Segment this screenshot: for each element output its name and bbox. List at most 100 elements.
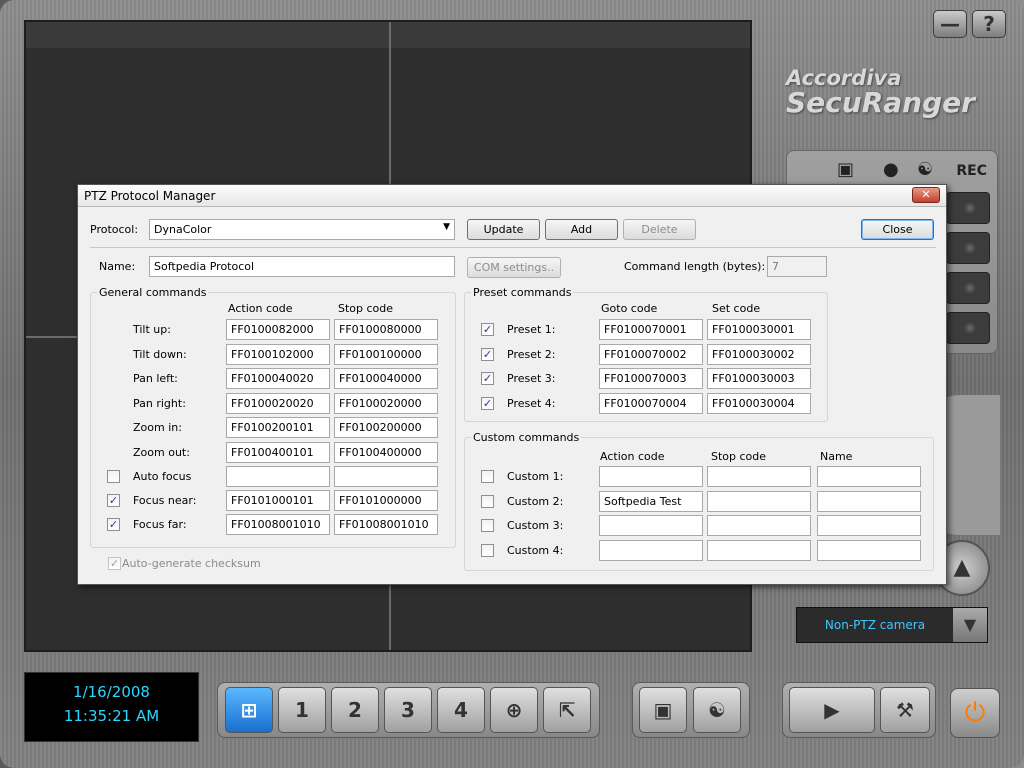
crosshair-icon[interactable]: ⊕	[490, 687, 538, 733]
set-code-header: Set code	[712, 302, 761, 315]
focus-command-label: Auto focus	[133, 470, 192, 483]
action-code-input[interactable]: FF0101000101	[226, 490, 330, 511]
preset-checkbox[interactable]: ✓	[481, 347, 494, 361]
custom-action-input[interactable]: Softpedia Test	[599, 490, 703, 512]
custom-stop-input[interactable]	[707, 490, 811, 512]
close-icon[interactable]: ✕	[912, 187, 940, 203]
stop-code-input[interactable]: FF0100080000	[334, 319, 438, 340]
stop-code-input[interactable]: FF0100020000	[334, 392, 438, 414]
name-input[interactable]: Softpedia Protocol	[149, 256, 455, 277]
delete-button[interactable]: Delete	[623, 219, 696, 240]
view-toolbar: ⊞ 1 2 3 4 ⊕ ⇱	[217, 682, 600, 738]
preset-checkbox[interactable]: ✓	[481, 372, 494, 385]
add-button[interactable]: Add	[545, 219, 618, 240]
custom-name-input[interactable]	[817, 466, 921, 487]
channel-led-4[interactable]	[946, 312, 990, 344]
quad-view-button[interactable]: ⊞	[225, 687, 273, 733]
wrench-icon[interactable]: ⚒	[880, 687, 930, 733]
channel-led-2[interactable]	[946, 232, 990, 264]
channel-led-3[interactable]	[946, 272, 990, 304]
custom-checkbox[interactable]	[481, 543, 494, 557]
goto-code-input[interactable]: FF0100070002	[599, 343, 703, 365]
preset-commands-title: Preset commands	[471, 286, 574, 299]
focus-checkbox[interactable]: ✓	[107, 494, 120, 507]
goto-code-header: Goto code	[601, 302, 658, 315]
update-button[interactable]: Update	[467, 219, 540, 240]
motion-detect-icon[interactable]: ☯	[693, 687, 741, 733]
set-code-input[interactable]: FF0100030001	[707, 319, 811, 340]
focus-checkbox[interactable]	[107, 470, 120, 483]
stop-code-input[interactable]: FF0100040000	[334, 368, 438, 389]
close-button[interactable]: Close	[861, 219, 934, 240]
custom-stop-input[interactable]	[707, 515, 811, 536]
action-code-input[interactable]: FF0100040020	[226, 368, 330, 389]
action-code-input[interactable]: FF0100400101	[226, 441, 330, 463]
goto-code-input[interactable]: FF0100070001	[599, 319, 703, 340]
view-3-button[interactable]: 3	[384, 687, 432, 733]
custom-name-input[interactable]	[817, 515, 921, 536]
general-stop-code-header: Stop code	[338, 302, 394, 315]
custom-stop-input[interactable]	[707, 466, 811, 487]
play-icon[interactable]: ▶	[789, 687, 875, 733]
preset-checkbox[interactable]: ✓	[481, 396, 494, 410]
view-4-button[interactable]: 4	[437, 687, 485, 733]
custom-stop-input[interactable]	[707, 539, 811, 561]
action-code-input[interactable]	[226, 466, 330, 487]
view-1-button[interactable]: 1	[278, 687, 326, 733]
general-commands-title: General commands	[97, 286, 209, 299]
custom-name-input[interactable]	[817, 539, 921, 561]
general-command-label: Pan left:	[133, 372, 178, 385]
custom-action-input[interactable]	[599, 539, 703, 561]
general-action-code-header: Action code	[228, 302, 293, 315]
channel-led-1[interactable]	[946, 192, 990, 224]
stop-code-input[interactable]: FF0100200000	[334, 417, 438, 438]
camera-select[interactable]: Non-PTZ camera ▼	[796, 607, 988, 643]
minimize-button[interactable]: —	[933, 10, 967, 38]
action-code-input[interactable]: FF0100102000	[226, 343, 330, 365]
stop-code-input[interactable]	[334, 466, 438, 487]
auto-checksum-checkbox[interactable]: ✓	[108, 557, 121, 570]
goto-code-input[interactable]: FF0100070004	[599, 392, 703, 414]
custom-action-input[interactable]	[599, 515, 703, 536]
action-code-input[interactable]: FF0100200101	[226, 417, 330, 438]
custom-checkbox[interactable]	[481, 519, 494, 532]
view-2-button[interactable]: 2	[331, 687, 379, 733]
help-button[interactable]: ?	[972, 10, 1006, 38]
action-code-input[interactable]: FF01008001010	[226, 514, 330, 535]
capture-toolbar: ▣ ☯	[632, 682, 750, 738]
com-settings-button[interactable]: COM settings..	[467, 257, 561, 278]
brand-line2: SecuRanger	[786, 86, 975, 119]
custom-checkbox[interactable]	[481, 470, 494, 483]
preset-checkbox[interactable]: ✓	[481, 323, 494, 336]
general-command-label: Zoom out:	[133, 445, 190, 459]
stop-code-input[interactable]: FF0100400000	[334, 441, 438, 463]
custom-label: Custom 1:	[507, 470, 564, 483]
power-icon[interactable]: ⏻	[950, 688, 1000, 738]
chevron-down-icon[interactable]: ▼	[953, 608, 987, 642]
led-indicator	[963, 201, 977, 215]
protocol-select[interactable]: DynaColor ▼	[149, 219, 455, 240]
divider	[90, 247, 936, 248]
action-code-input[interactable]: FF0100020020	[226, 392, 330, 414]
preset-label: Preset 4:	[507, 396, 556, 410]
custom-name-input[interactable]	[817, 490, 921, 512]
fullscreen-icon[interactable]: ⇱	[543, 687, 591, 733]
stop-code-input[interactable]: FF0101000000	[334, 490, 438, 511]
goto-code-input[interactable]: FF0100070003	[599, 368, 703, 389]
custom-action-input[interactable]	[599, 466, 703, 487]
custom-checkbox[interactable]	[481, 494, 494, 508]
name-label: Name:	[99, 260, 136, 273]
camera-select-value: Non-PTZ camera	[824, 618, 926, 632]
focus-checkbox[interactable]: ✓	[107, 518, 120, 531]
command-length-input[interactable]: 7	[767, 256, 827, 277]
set-code-input[interactable]: FF0100030002	[707, 343, 811, 365]
focus-command-label: Focus far:	[133, 518, 187, 531]
action-code-input[interactable]: FF0100082000	[226, 319, 330, 340]
set-code-input[interactable]: FF0100030004	[707, 392, 811, 414]
snapshot-icon[interactable]: ▣	[639, 687, 687, 733]
clock-date: 1/16/2008	[73, 683, 150, 701]
set-code-input[interactable]: FF0100030003	[707, 368, 811, 389]
stop-code-input[interactable]: FF0100100000	[334, 343, 438, 365]
general-command-label: Tilt up:	[133, 323, 171, 336]
stop-code-input[interactable]: FF01008001010	[334, 514, 438, 535]
